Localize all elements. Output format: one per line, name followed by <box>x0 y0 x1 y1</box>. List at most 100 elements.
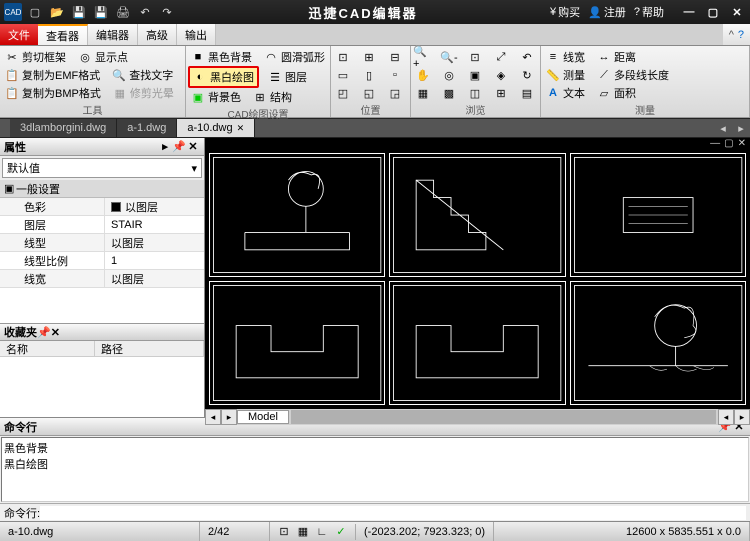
pos-btn-7[interactable]: ◰ <box>333 84 353 102</box>
prop-row-layer[interactable]: 图层STAIR <box>0 216 204 234</box>
drawing-tile[interactable] <box>389 281 565 405</box>
nav-b3[interactable]: ▣ <box>465 66 485 84</box>
pos-btn-3[interactable]: ⊟ <box>385 48 405 66</box>
nav-b4[interactable]: ◈ <box>491 66 511 84</box>
osnap-icon[interactable]: ✓ <box>333 524 349 540</box>
file-tab-0[interactable]: 3dlamborgini.dwg <box>10 119 117 137</box>
redo-icon[interactable]: ↷ <box>158 3 176 21</box>
pos-btn-6[interactable]: ▫ <box>385 66 405 84</box>
area-button[interactable]: ▱面积 <box>594 84 639 102</box>
drawing-canvas[interactable]: —▢✕ ◂ ▸ Model ◂ ▸ <box>205 138 750 417</box>
trim-halo-button[interactable]: ▦修剪光晕 <box>110 84 177 102</box>
copy-bmp-button[interactable]: 📋复制为BMP格式 <box>2 84 104 102</box>
ortho-icon[interactable]: ∟ <box>314 524 330 540</box>
refresh-icon[interactable]: ↻ <box>517 66 537 84</box>
panel-close-icon[interactable]: ✕ <box>186 140 200 153</box>
help-button[interactable]: ?帮助 <box>634 4 664 20</box>
pos-btn-4[interactable]: ▭ <box>333 66 353 84</box>
register-button[interactable]: 👤注册 <box>588 4 626 20</box>
drawing-tile[interactable] <box>570 153 746 277</box>
distance-button[interactable]: ↔距离 <box>594 48 639 66</box>
nav-c2[interactable]: ▩ <box>439 84 459 102</box>
bg-color-button[interactable]: ▣背景色 <box>188 88 244 106</box>
scroll-left-icon[interactable]: ◂ <box>205 409 221 425</box>
maximize-button[interactable]: ▢ <box>704 3 722 21</box>
close-tab-icon[interactable]: ✕ <box>237 123 245 134</box>
tab-viewer[interactable]: 查看器 <box>38 24 88 45</box>
measure-button[interactable]: 📏测量 <box>543 66 588 84</box>
drawing-tile[interactable] <box>209 153 385 277</box>
nav-c1[interactable]: ▦ <box>413 84 433 102</box>
close-button[interactable]: ✕ <box>728 3 746 21</box>
nav-c3[interactable]: ◫ <box>465 84 485 102</box>
tab-output[interactable]: 输出 <box>177 24 216 45</box>
tab-advanced[interactable]: 高级 <box>138 24 177 45</box>
nav-b2[interactable]: ◎ <box>439 66 459 84</box>
copy-emf-button[interactable]: 📋复制为EMF格式 <box>2 66 103 84</box>
show-point-button[interactable]: ◎显示点 <box>75 48 131 66</box>
buy-button[interactable]: ¥购买 <box>550 4 580 20</box>
save-icon[interactable]: 💾 <box>70 3 88 21</box>
drawing-tile[interactable] <box>570 281 746 405</box>
panel-pin2-icon[interactable]: 📌 <box>172 140 186 153</box>
snap-icon[interactable]: ⊡ <box>276 524 292 540</box>
black-bg-button[interactable]: ■黑色背景 <box>188 48 255 66</box>
zoomout-icon[interactable]: 🔍- <box>439 48 459 66</box>
default-value-dropdown[interactable]: 默认值▾ <box>2 158 202 178</box>
nav-c5[interactable]: ▤ <box>517 84 537 102</box>
zoomin-icon[interactable]: 🔍+ <box>413 48 433 66</box>
canvas-max-icon[interactable]: ▢ <box>724 138 733 149</box>
pos-btn-1[interactable]: ⊡ <box>333 48 353 66</box>
canvas-close-icon[interactable]: ✕ <box>738 138 746 149</box>
file-tab-2[interactable]: a-10.dwg✕ <box>177 119 255 137</box>
zoomwin-icon[interactable]: ⊡ <box>465 48 485 66</box>
zoomext-icon[interactable]: ⤢ <box>491 48 511 66</box>
prop-row-linetype[interactable]: 线型以图层 <box>0 234 204 252</box>
clip-frame-button[interactable]: ✂剪切框架 <box>2 48 69 66</box>
prop-row-ltscale[interactable]: 线型比例1 <box>0 252 204 270</box>
pan-icon[interactable]: ✋ <box>413 66 433 84</box>
prop-row-color[interactable]: 色彩以图层 <box>0 198 204 216</box>
ribbon-minimize-icon[interactable]: ^ <box>729 29 734 41</box>
new-icon[interactable]: ▢ <box>26 3 44 21</box>
linewidth-button[interactable]: ≡线宽 <box>543 48 588 66</box>
tab-scroll-left[interactable]: ◂ <box>714 119 732 137</box>
drawing-tile[interactable] <box>209 281 385 405</box>
model-tab[interactable]: Model <box>237 410 289 424</box>
smooth-arc-button[interactable]: ◠圆滑弧形 <box>261 48 328 66</box>
tab-file[interactable]: 文件 <box>0 24 38 45</box>
scroll-left2-icon[interactable]: ◂ <box>718 409 734 425</box>
tab-editor[interactable]: 编辑器 <box>88 24 138 45</box>
open-icon[interactable]: 📂 <box>48 3 66 21</box>
prop-row-linewidth[interactable]: 线宽以图层 <box>0 270 204 288</box>
pos-btn-9[interactable]: ◲ <box>385 84 405 102</box>
bw-draw-button[interactable]: ◐黑白绘图 <box>188 66 259 88</box>
scroll-right2-icon[interactable]: ▸ <box>734 409 750 425</box>
fav-pin-icon[interactable]: 📌 <box>37 326 51 339</box>
category-row[interactable]: ▣一般设置 <box>0 180 204 198</box>
pos-btn-8[interactable]: ◱ <box>359 84 379 102</box>
pos-btn-5[interactable]: ▯ <box>359 66 379 84</box>
h-scrollbar[interactable] <box>291 410 716 424</box>
ribbon-help-icon[interactable]: ? <box>738 29 744 41</box>
file-tab-1[interactable]: a-1.dwg <box>117 119 177 137</box>
zoomprev-icon[interactable]: ↶ <box>517 48 537 66</box>
tab-scroll-right[interactable]: ▸ <box>732 119 750 137</box>
command-input[interactable] <box>40 506 746 520</box>
minimize-button[interactable]: — <box>680 3 698 21</box>
print-icon[interactable]: 🖨 <box>114 3 132 21</box>
grid-icon[interactable]: ▦ <box>295 524 311 540</box>
pos-btn-2[interactable]: ⊞ <box>359 48 379 66</box>
fav-close-icon[interactable]: ✕ <box>51 326 60 339</box>
polyline-len-button[interactable]: ⟋多段线长度 <box>594 66 672 84</box>
drawing-tile[interactable] <box>389 153 565 277</box>
panel-pin-icon[interactable]: ▸ <box>158 140 172 153</box>
structure-button[interactable]: ⊞结构 <box>250 88 295 106</box>
find-text-button[interactable]: 🔍查找文字 <box>109 66 176 84</box>
saveall-icon[interactable]: 💾 <box>92 3 110 21</box>
canvas-min-icon[interactable]: — <box>710 138 720 149</box>
nav-c4[interactable]: ⊞ <box>491 84 511 102</box>
text-button[interactable]: A文本 <box>543 84 588 102</box>
collapse-icon[interactable]: ▣ <box>4 182 16 195</box>
undo-icon[interactable]: ↶ <box>136 3 154 21</box>
